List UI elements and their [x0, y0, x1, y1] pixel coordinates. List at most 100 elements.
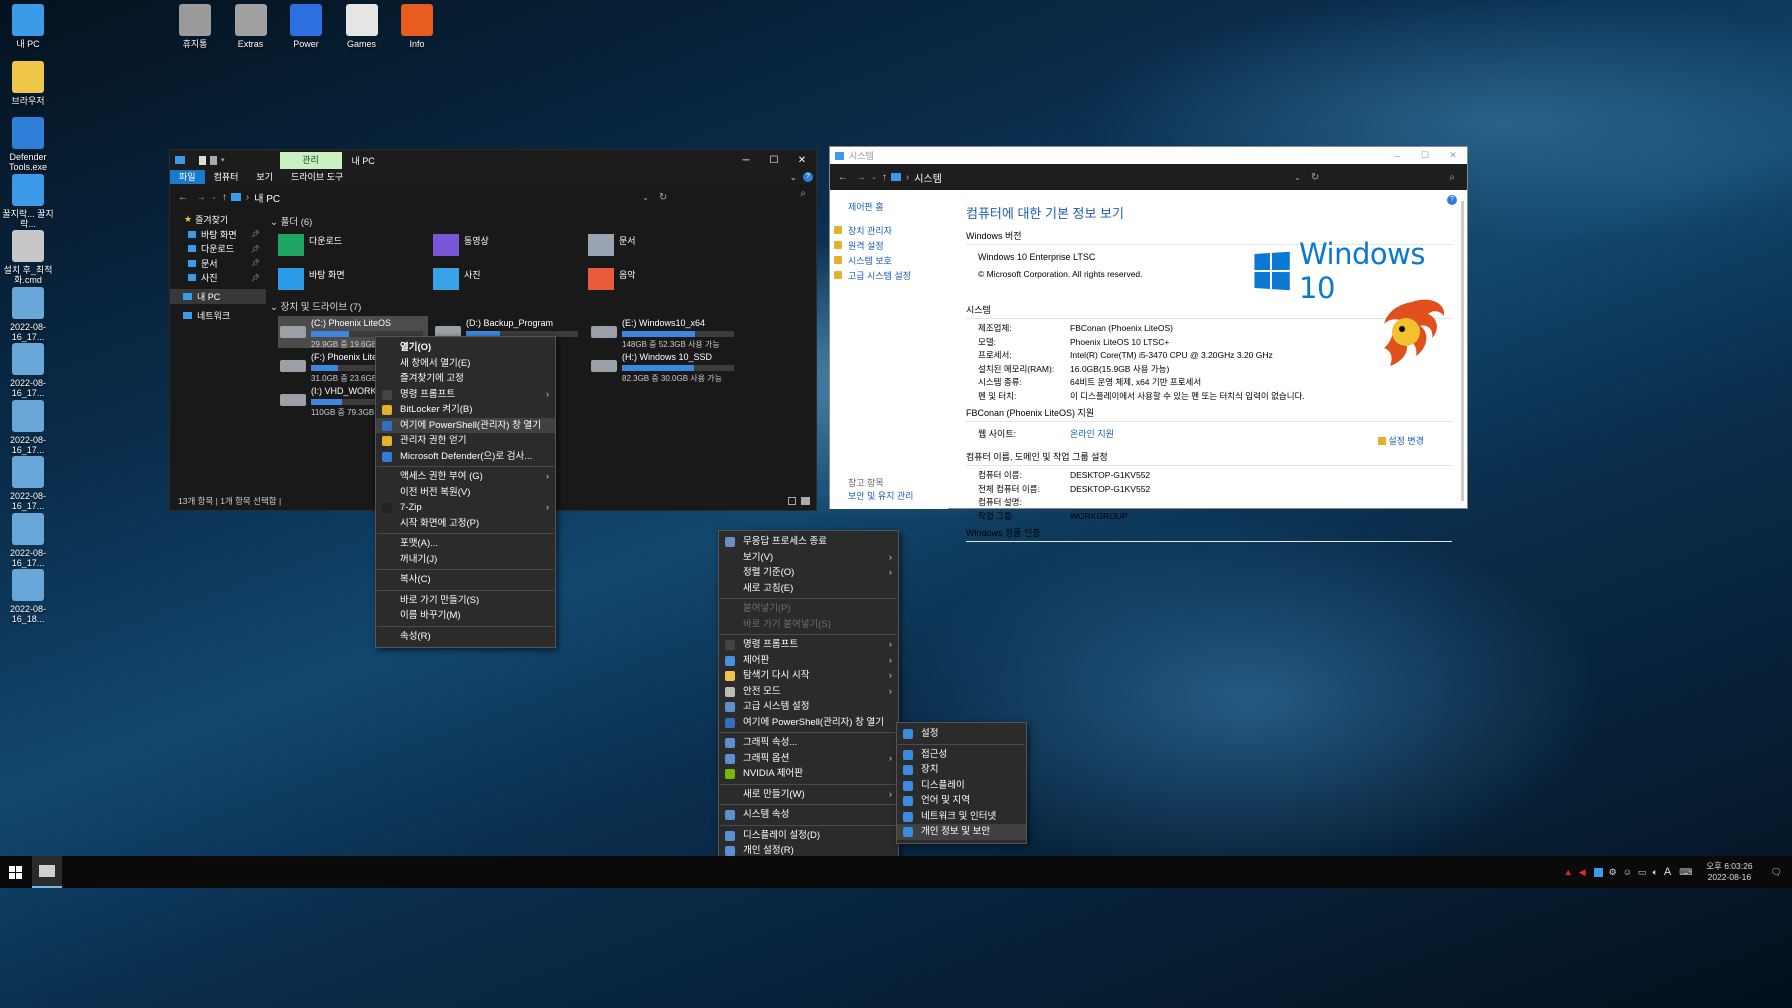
desktop-icon[interactable]: 2022-08-16_17... — [0, 456, 60, 511]
menu-item[interactable]: 바로 가기 만들기(S) — [376, 593, 555, 609]
sys-maximize-button[interactable]: ☐ — [1411, 150, 1439, 161]
nav-network[interactable]: 네트워크 — [170, 308, 266, 323]
menu-item[interactable]: BitLocker 켜기(B) — [376, 402, 555, 418]
desktop-icon[interactable]: Extras — [219, 4, 283, 49]
close-button[interactable]: ✕ — [788, 155, 816, 166]
nav-pinned-item[interactable]: 문서 📌︎ — [170, 256, 266, 271]
ribbon-collapse-icon[interactable]: ⌄ — [789, 172, 797, 183]
drive-tile[interactable]: (H:) Windows 10_SSD 82.3GB 중 30.0GB 사용 가능 — [589, 350, 739, 383]
menu-item[interactable]: Microsoft Defender(으)로 검사... — [376, 449, 555, 465]
up-button[interactable]: ↑ — [222, 192, 227, 203]
menu-item[interactable]: 즐겨찾기에 고정 — [376, 371, 555, 387]
menu-item[interactable]: 관리자 권한 얻기 — [376, 433, 555, 449]
sys-address-bar[interactable]: › 시스템 ⌄ — [890, 170, 1301, 185]
menu-item[interactable]: 꺼내기(J) — [376, 552, 555, 568]
sys-up-button[interactable]: ↑ — [882, 172, 887, 183]
folder-tile[interactable]: 사진 — [433, 268, 481, 290]
ribbon-tab[interactable]: 컴퓨터 — [205, 170, 248, 184]
sys-side-link[interactable]: 원격 설정 — [834, 240, 948, 251]
menu-item[interactable]: 여기에 PowerShell(관리자) 창 열기 — [376, 417, 555, 433]
desktop-icon[interactable]: Defender Tools.exe — [0, 117, 60, 172]
desktop-icon[interactable]: 설치 후_최적화.cmd — [0, 230, 60, 285]
menu-item[interactable]: 장치 — [897, 762, 1026, 778]
menu-item[interactable]: 접근성 — [897, 747, 1026, 763]
menu-item[interactable]: 디스플레이 — [897, 778, 1026, 794]
menu-item[interactable]: 고급 시스템 설정 — [719, 699, 898, 715]
sys-scrollbar[interactable] — [1461, 201, 1464, 501]
desktop-icon[interactable]: 꿀지락... 꿀지락... — [0, 173, 60, 229]
menu-item[interactable]: 디스플레이 설정(D) — [719, 828, 898, 844]
recent-dropdown-icon[interactable]: ⌄ — [211, 193, 217, 201]
tray-volume-icon[interactable]: 🔈︎ — [1652, 867, 1657, 878]
tray-keyboard-icon[interactable]: ⌨ — [1679, 867, 1692, 878]
desktop-icon[interactable]: 2022-08-16_17... — [0, 343, 60, 398]
back-button[interactable]: ← — [178, 192, 188, 203]
menu-item[interactable]: 안전 모드 › — [719, 684, 898, 700]
sys-forward-button[interactable]: → — [856, 172, 866, 183]
desktop-icon[interactable]: 2022-08-16_17... — [0, 399, 60, 455]
folder-tile[interactable]: 바탕 화면 — [278, 268, 345, 290]
nav-thispc[interactable]: 내 PC — [170, 289, 266, 304]
tray-app-icon[interactable] — [1593, 867, 1603, 877]
menu-item[interactable]: 여기에 PowerShell(관리자) 창 열기 — [719, 715, 898, 731]
ribbon-manage-tab[interactable]: 관리 — [279, 151, 342, 169]
menu-item[interactable]: 7-Zip › — [376, 500, 555, 516]
refresh-button[interactable]: ↻ — [659, 192, 667, 203]
address-dropdown-icon[interactable]: ⌄ — [642, 193, 649, 202]
folders-header[interactable]: ⌄ 폴더 (6) — [270, 214, 312, 228]
menu-item[interactable]: 새 창에서 열기(E) — [376, 356, 555, 372]
desktop-icon[interactable]: Games — [330, 4, 394, 49]
change-settings-link[interactable]: 설정 변경 — [1378, 434, 1424, 447]
sys-help-icon[interactable]: ? — [1447, 195, 1457, 205]
menu-item[interactable]: 액세스 권한 부여 (G) › — [376, 469, 555, 485]
sys-back-button[interactable]: ← — [838, 172, 848, 183]
nav-pinned-item[interactable]: 사진 📌︎ — [170, 271, 266, 286]
nav-pinned-item[interactable]: 다운로드 📌︎ — [170, 242, 266, 257]
details-view-icon[interactable] — [788, 497, 796, 505]
sys-close-button[interactable]: ✕ — [1439, 150, 1467, 161]
menu-item[interactable]: 그래픽 속성... — [719, 735, 898, 751]
menu-item[interactable]: 속성(R) — [376, 629, 555, 645]
menu-item[interactable]: 새로 만들기(W) › — [719, 787, 898, 803]
tray-user-icon[interactable]: ☺ — [1623, 867, 1632, 877]
tray-network-icon[interactable]: ▭ — [1638, 867, 1647, 878]
qat-newfolder-icon[interactable] — [210, 155, 217, 165]
start-button[interactable] — [0, 856, 30, 888]
nav-quick-access[interactable]: ★ 즐겨찾기 — [184, 212, 266, 227]
folder-tile[interactable]: 다운로드 — [278, 234, 342, 256]
maximize-button[interactable]: ☐ — [760, 155, 788, 166]
qat-properties-icon[interactable] — [199, 155, 206, 165]
sys-home-link[interactable]: 제어판 홈 — [848, 200, 948, 213]
menu-item[interactable]: 네트워크 및 인터넷 — [897, 809, 1026, 825]
menu-item[interactable]: 복사(C) — [376, 572, 555, 588]
menu-item[interactable]: 정렬 기준(O) › — [719, 565, 898, 581]
sys-minimize-button[interactable]: ─ — [1383, 151, 1411, 161]
taskbar-explorer-button[interactable] — [32, 856, 62, 888]
security-link[interactable]: 보안 및 유지 관리 — [848, 489, 913, 502]
menu-item[interactable]: 언어 및 지역 — [897, 793, 1026, 809]
desktop-icon[interactable]: 2022-08-16_18... — [0, 569, 60, 624]
desktop-icon[interactable]: Power — [274, 4, 338, 49]
tray-ime-indicator[interactable]: A — [1664, 866, 1671, 878]
folder-tile[interactable]: 동영상 — [433, 234, 489, 256]
notification-icon[interactable]: 🗨︎ — [1771, 867, 1782, 878]
tray-arrow-icon[interactable]: ▲ — [1564, 867, 1573, 877]
drives-header[interactable]: ⌄ 장치 및 드라이브 (7) — [270, 299, 361, 313]
desktop-icon[interactable]: 2022-08-16_17... — [0, 286, 60, 342]
sys-search-icon[interactable]: ⌕ — [1449, 172, 1455, 183]
desktop-icon[interactable]: Info — [385, 4, 449, 49]
menu-item[interactable]: 탐색기 다시 시작 › — [719, 668, 898, 684]
search-box[interactable]: ⌕ — [676, 188, 806, 206]
help-icon[interactable]: ? — [803, 172, 813, 182]
ribbon-tab[interactable]: 드라이브 도구 — [282, 170, 352, 184]
minimize-button[interactable]: ─ — [732, 155, 760, 166]
menu-item[interactable]: 개인 정보 및 보안 — [897, 824, 1026, 840]
tray-settings-icon[interactable]: ⚙ — [1609, 867, 1617, 878]
folder-tile[interactable]: 문서 — [588, 234, 636, 256]
menu-item[interactable]: 새로 고침(E) — [719, 581, 898, 597]
sys-side-link[interactable]: 장치 관리자 — [834, 225, 948, 236]
website-link[interactable]: 온라인 지원 — [1070, 427, 1114, 440]
menu-item[interactable]: 이름 바꾸기(M) — [376, 608, 555, 624]
sys-refresh-button[interactable]: ↻ — [1311, 172, 1319, 183]
tiles-view-icon[interactable] — [801, 497, 810, 505]
